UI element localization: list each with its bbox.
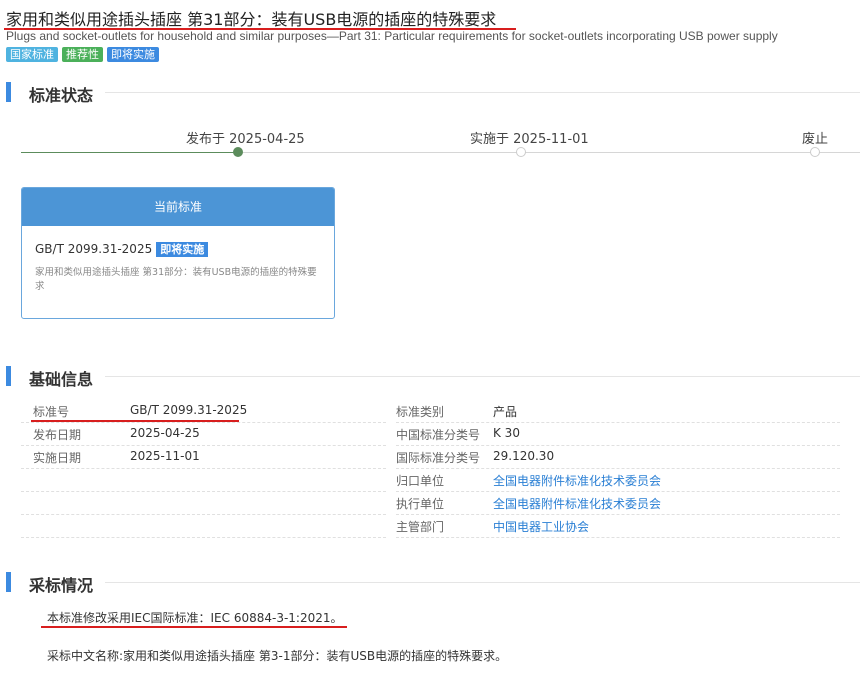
card-header: 当前标准 xyxy=(22,188,334,226)
value-standard-number: GB/T 2099.31-2025 xyxy=(130,403,248,417)
status-badge: 即将实施 xyxy=(156,242,209,257)
label-publish-date: 发布日期 xyxy=(33,428,82,442)
label-ccs-code: 中国标准分类号 xyxy=(396,428,481,442)
label-executing-unit: 执行单位 xyxy=(396,497,445,511)
info-row xyxy=(21,471,386,492)
label-technical-committee: 归口单位 xyxy=(396,474,445,488)
label-competent-department: 主管部门 xyxy=(396,520,445,534)
tag-list: 国家标准 推荐性 即将实施 xyxy=(6,47,159,62)
timeline-dot-abolished xyxy=(810,147,820,157)
timeline-dot-effective xyxy=(516,147,526,157)
label-effective-date: 实施日期 xyxy=(33,451,82,465)
adoption-underline-annotation xyxy=(41,626,347,628)
section-title-basic-info: 基础信息 xyxy=(29,370,94,389)
standard-number-underline-annotation xyxy=(31,420,239,422)
section-title-status: 标准状态 xyxy=(29,86,94,105)
section-marker xyxy=(6,82,11,102)
timeline-progress-line xyxy=(21,152,238,153)
timeline-label-abolished: 废止 xyxy=(802,132,829,147)
info-row xyxy=(21,517,386,538)
value-publish-date: 2025-04-25 xyxy=(130,426,200,440)
adoption-chinese-name: 采标中文名称:家用和类似用途插头插座 第3-1部分：装有USB电源的插座的特殊要… xyxy=(47,649,508,663)
timeline-track-line xyxy=(238,152,860,153)
section-marker xyxy=(6,366,11,386)
section-divider xyxy=(105,376,860,377)
card-standard-code: GB/T 2099.31-2025 即将实施 xyxy=(35,242,209,257)
info-row xyxy=(396,517,840,538)
link-technical-committee[interactable]: 全国电器附件标准化技术委员会 xyxy=(493,472,661,489)
label-standard-category: 标准类别 xyxy=(396,405,445,419)
timeline-dot-published xyxy=(233,147,243,157)
page-title: 家用和类似用途插头插座 第31部分：装有USB电源的插座的特殊要求 xyxy=(6,10,497,29)
value-ics-code: 29.120.30 xyxy=(493,449,555,463)
current-standard-card[interactable]: 当前标准 GB/T 2099.31-2025 即将实施 家用和类似用途插头插座 第… xyxy=(21,187,335,319)
timeline-label-published: 发布于 2025-04-25 xyxy=(186,132,305,147)
label-standard-number: 标准号 xyxy=(33,405,70,419)
tag-national-standard[interactable]: 国家标准 xyxy=(6,47,58,62)
section-divider xyxy=(105,92,860,93)
value-standard-category: 产品 xyxy=(493,405,518,419)
value-effective-date: 2025-11-01 xyxy=(130,449,200,463)
section-title-adoption: 采标情况 xyxy=(29,576,94,595)
section-marker xyxy=(6,572,11,592)
card-description: 家用和类似用途插头插座 第31部分：装有USB电源的插座的特殊要求 xyxy=(35,267,317,292)
tag-upcoming[interactable]: 即将实施 xyxy=(107,47,159,62)
adoption-statement: 本标准修改采用IEC国际标准：IEC 60884-3-1:2021。 xyxy=(47,611,343,625)
link-competent-department[interactable]: 中国电器工业协会 xyxy=(493,518,589,535)
link-executing-unit[interactable]: 全国电器附件标准化技术委员会 xyxy=(493,495,661,512)
label-ics-code: 国际标准分类号 xyxy=(396,451,481,465)
page-subtitle-english: Plugs and socket-outlets for household a… xyxy=(6,29,778,43)
timeline-label-effective: 实施于 2025-11-01 xyxy=(470,132,589,147)
section-divider xyxy=(105,582,860,583)
standard-code: GB/T 2099.31-2025 xyxy=(35,242,153,256)
value-ccs-code: K 30 xyxy=(493,426,520,440)
tag-recommended[interactable]: 推荐性 xyxy=(62,47,103,62)
info-row xyxy=(396,402,840,423)
info-row xyxy=(21,494,386,515)
